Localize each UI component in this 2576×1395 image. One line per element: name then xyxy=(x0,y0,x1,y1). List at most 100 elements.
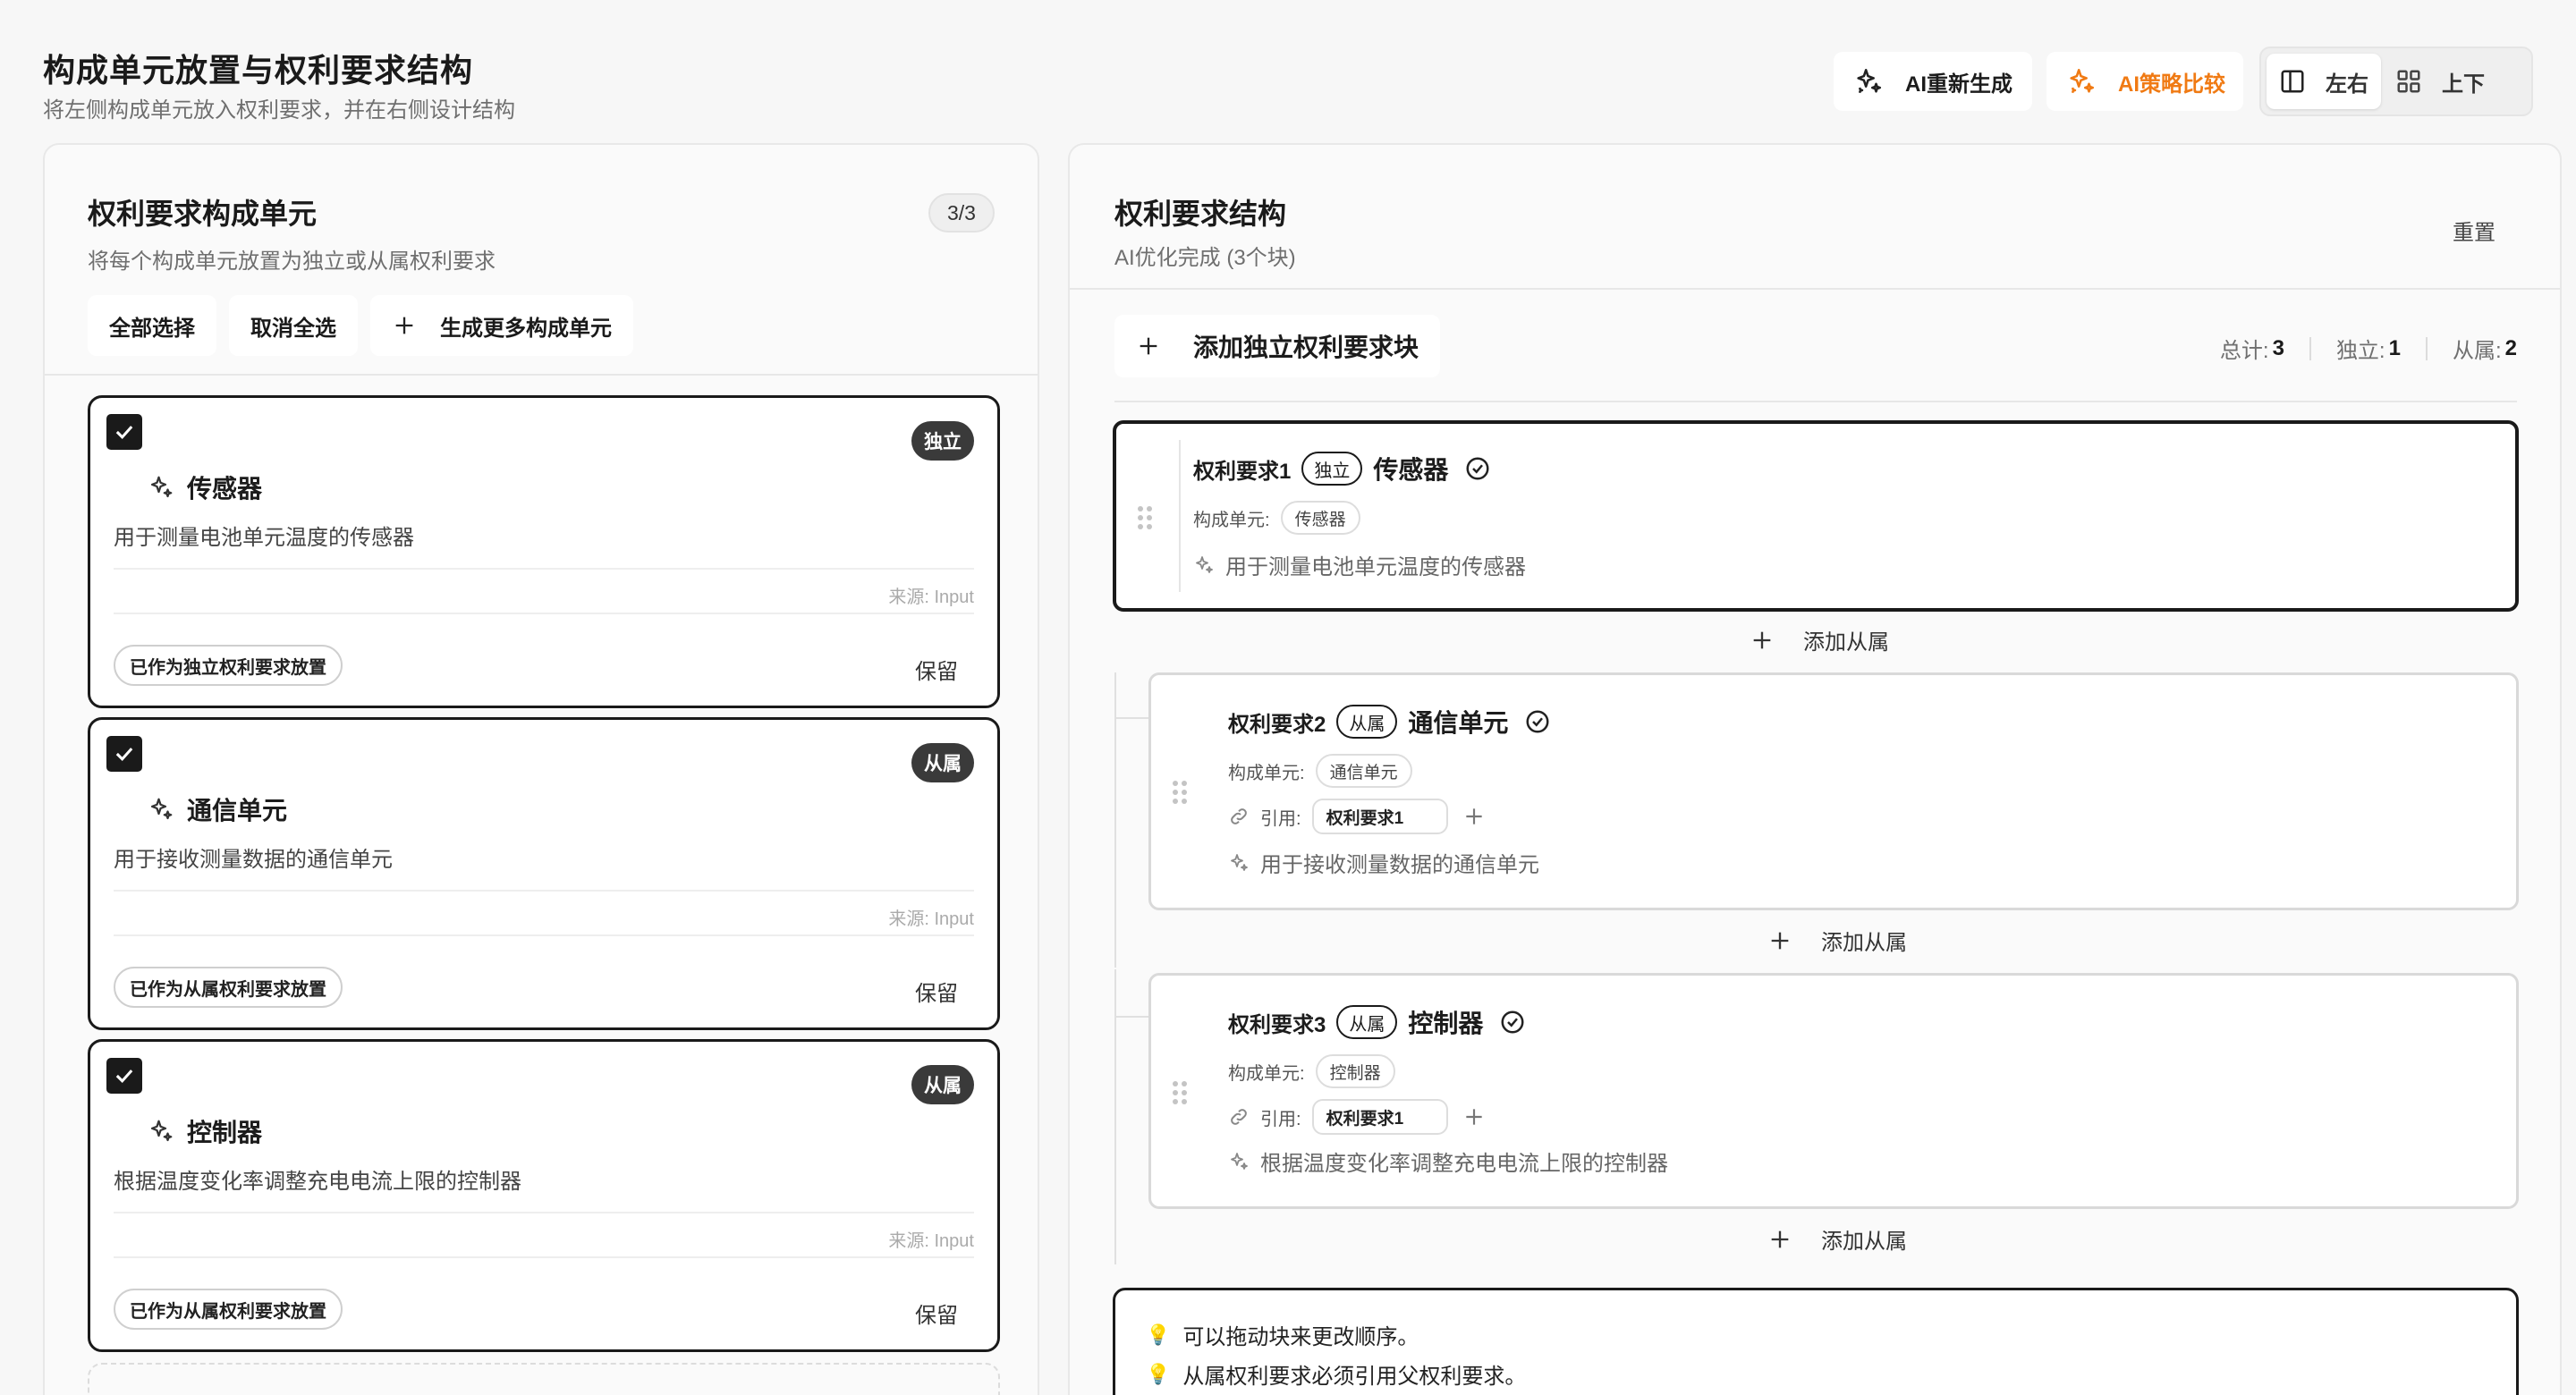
select-all-button[interactable]: 全部选择 xyxy=(88,295,216,356)
total-label: 总计: xyxy=(2220,333,2269,364)
plus-icon[interactable] xyxy=(1462,805,1486,828)
drop-zone[interactable] xyxy=(88,1363,1000,1395)
element-chip[interactable]: 通信单元 xyxy=(1316,754,1412,788)
divider xyxy=(1179,440,1181,592)
sparkles-icon xyxy=(1193,554,1215,576)
drag-handle-icon[interactable] xyxy=(1138,506,1152,529)
ai-regenerate-label: AI重新生成 xyxy=(1905,66,2012,97)
keep-button[interactable]: 保留 xyxy=(915,1298,958,1329)
placement-status-chip: 已作为独立权利要求放置 xyxy=(114,645,343,686)
plus-icon xyxy=(1767,1227,1792,1252)
elements-panel-title: 权利要求构成单元 xyxy=(88,191,317,232)
dependent-count: 2 xyxy=(2505,336,2517,361)
divider xyxy=(1070,288,2560,290)
view-toggle-group: 左右 上下 xyxy=(2259,46,2533,116)
independent-count: 1 xyxy=(2389,336,2401,361)
reset-button[interactable]: 重置 xyxy=(2453,215,2496,246)
claim-element-row: 构成单元: 控制器 xyxy=(1228,1054,1395,1088)
total-count: 3 xyxy=(2273,336,2284,361)
element-source: 来源: Input xyxy=(888,904,974,930)
view-left-right-button[interactable]: 左右 xyxy=(2267,54,2381,109)
generate-more-label: 生成更多构成单元 xyxy=(440,310,612,342)
claim-number: 权利要求3 xyxy=(1228,1007,1326,1038)
reference-select[interactable]: 权利要求1 xyxy=(1312,1099,1448,1135)
page-subtitle: 将左侧构成单元放入权利要求，并在右侧设计结构 xyxy=(43,92,515,123)
link-icon xyxy=(1228,1106,1250,1128)
claim-element-row: 构成单元: 通信单元 xyxy=(1228,754,1412,788)
element-title-text: 通信单元 xyxy=(187,791,287,827)
element-description: 用于接收测量数据的通信单元 xyxy=(114,841,393,873)
element-title-text: 传感器 xyxy=(187,469,262,505)
element-source: 来源: Input xyxy=(888,1226,974,1252)
add-dependent-label: 添加从属 xyxy=(1821,925,1907,956)
placement-status-chip: 已作为从属权利要求放置 xyxy=(114,967,343,1008)
divider xyxy=(114,613,974,614)
claim-description-text: 用于测量电池单元温度的传感器 xyxy=(1225,549,1526,580)
tip-item: 💡 可以拖动块来更改顺序。 xyxy=(1146,1319,1419,1350)
claim-block-3[interactable]: 权利要求3 从属 控制器 构成单元: 控制器 引用: 权利要求1 根据温度变化率… xyxy=(1148,973,2519,1209)
claim-type-badge: 从属 xyxy=(911,743,974,782)
ai-strategy-compare-button[interactable]: AI策略比较 xyxy=(2046,52,2243,111)
generate-more-button[interactable]: 生成更多构成单元 xyxy=(370,295,633,356)
claims-stats: 总计:3 独立:1 从属:2 xyxy=(2220,333,2517,364)
plus-icon[interactable] xyxy=(1462,1105,1486,1129)
elements-panel-subtitle: 将每个构成单元放置为独立或从属权利要求 xyxy=(88,243,496,275)
element-label: 构成单元: xyxy=(1193,505,1270,531)
lightbulb-icon: 💡 xyxy=(1146,1363,1170,1386)
tip-item: 💡 从属权利要求必须引用父权利要求。 xyxy=(1146,1358,1526,1390)
element-card-controller[interactable]: 从属 控制器 根据温度变化率调整充电电流上限的控制器 来源: Input 已作为… xyxy=(88,1039,1000,1352)
element-checkbox[interactable] xyxy=(106,414,142,450)
drag-handle-icon[interactable] xyxy=(1173,1081,1187,1104)
ai-regenerate-button[interactable]: AI重新生成 xyxy=(1834,52,2032,111)
claim-block-2[interactable]: 权利要求2 从属 通信单元 构成单元: 通信单元 引用: 权利要求1 用于接收测… xyxy=(1148,672,2519,910)
independent-label: 独立: xyxy=(2336,333,2385,364)
tip-text: 可以拖动块来更改顺序。 xyxy=(1182,1319,1419,1350)
claim-number: 权利要求2 xyxy=(1228,706,1326,738)
sparkles-icon xyxy=(148,1118,174,1145)
claim-element-row: 构成单元: 传感器 xyxy=(1193,501,1360,535)
claim-type-badge: 独立 xyxy=(911,421,974,461)
element-checkbox[interactable] xyxy=(106,1058,142,1094)
elements-panel: 权利要求构成单元 将每个构成单元放置为独立或从属权利要求 3/3 全部选择 取消… xyxy=(43,143,1039,1395)
check-icon xyxy=(112,741,137,766)
tips-box: 💡 可以拖动块来更改顺序。 💡 从属权利要求必须引用父权利要求。 xyxy=(1113,1288,2519,1395)
claim-type-badge: 从属 xyxy=(911,1065,974,1104)
element-checkbox[interactable] xyxy=(106,736,142,772)
add-independent-claim-button[interactable]: 添加独立权利要求块 xyxy=(1114,315,1440,377)
divider xyxy=(114,890,974,892)
claim-type-badge: 从属 xyxy=(1336,705,1397,739)
lightbulb-icon: 💡 xyxy=(1146,1323,1170,1347)
sparkles-icon xyxy=(148,796,174,823)
add-dependent-label: 添加从属 xyxy=(1821,1223,1907,1255)
placement-status-chip: 已作为从属权利要求放置 xyxy=(114,1289,343,1330)
view-top-bottom-button[interactable]: 上下 xyxy=(2383,54,2497,109)
page-title: 构成单元放置与权利要求结构 xyxy=(43,45,473,91)
element-chip[interactable]: 控制器 xyxy=(1316,1054,1395,1088)
element-title-text: 控制器 xyxy=(187,1113,262,1149)
tree-connector xyxy=(1114,969,1116,1264)
add-dependent-button[interactable]: 添加从属 xyxy=(1750,624,1889,655)
claim-header: 权利要求2 从属 通信单元 xyxy=(1228,704,1551,740)
drag-handle-icon[interactable] xyxy=(1173,781,1187,804)
element-chip[interactable]: 传感器 xyxy=(1281,501,1360,535)
divider xyxy=(114,934,974,936)
divider xyxy=(45,374,1038,376)
element-source: 来源: Input xyxy=(888,582,974,608)
element-label: 构成单元: xyxy=(1228,758,1305,784)
reference-label: 引用: xyxy=(1260,1104,1301,1130)
plus-icon xyxy=(1136,334,1161,359)
element-card-communication[interactable]: 从属 通信单元 用于接收测量数据的通信单元 来源: Input 已作为从属权利要… xyxy=(88,717,1000,1030)
keep-button[interactable]: 保留 xyxy=(915,654,958,685)
link-icon xyxy=(1228,806,1250,827)
claim-block-1[interactable]: 权利要求1 独立 传感器 构成单元: 传感器 用于测量电池单元温度的传感器 xyxy=(1113,420,2519,612)
tree-connector xyxy=(1114,1016,1150,1018)
deselect-all-button[interactable]: 取消全选 xyxy=(229,295,358,356)
add-dependent-button[interactable]: 添加从属 xyxy=(1767,925,1907,956)
add-dependent-button[interactable]: 添加从属 xyxy=(1767,1223,1907,1255)
claim-header: 权利要求1 独立 传感器 xyxy=(1193,451,1491,486)
keep-button[interactable]: 保留 xyxy=(915,976,958,1007)
claim-name: 通信单元 xyxy=(1408,704,1508,740)
tree-connector xyxy=(1114,717,1150,719)
element-card-sensor[interactable]: 独立 传感器 用于测量电池单元温度的传感器 来源: Input 已作为独立权利要… xyxy=(88,395,1000,708)
reference-select[interactable]: 权利要求1 xyxy=(1312,799,1448,834)
